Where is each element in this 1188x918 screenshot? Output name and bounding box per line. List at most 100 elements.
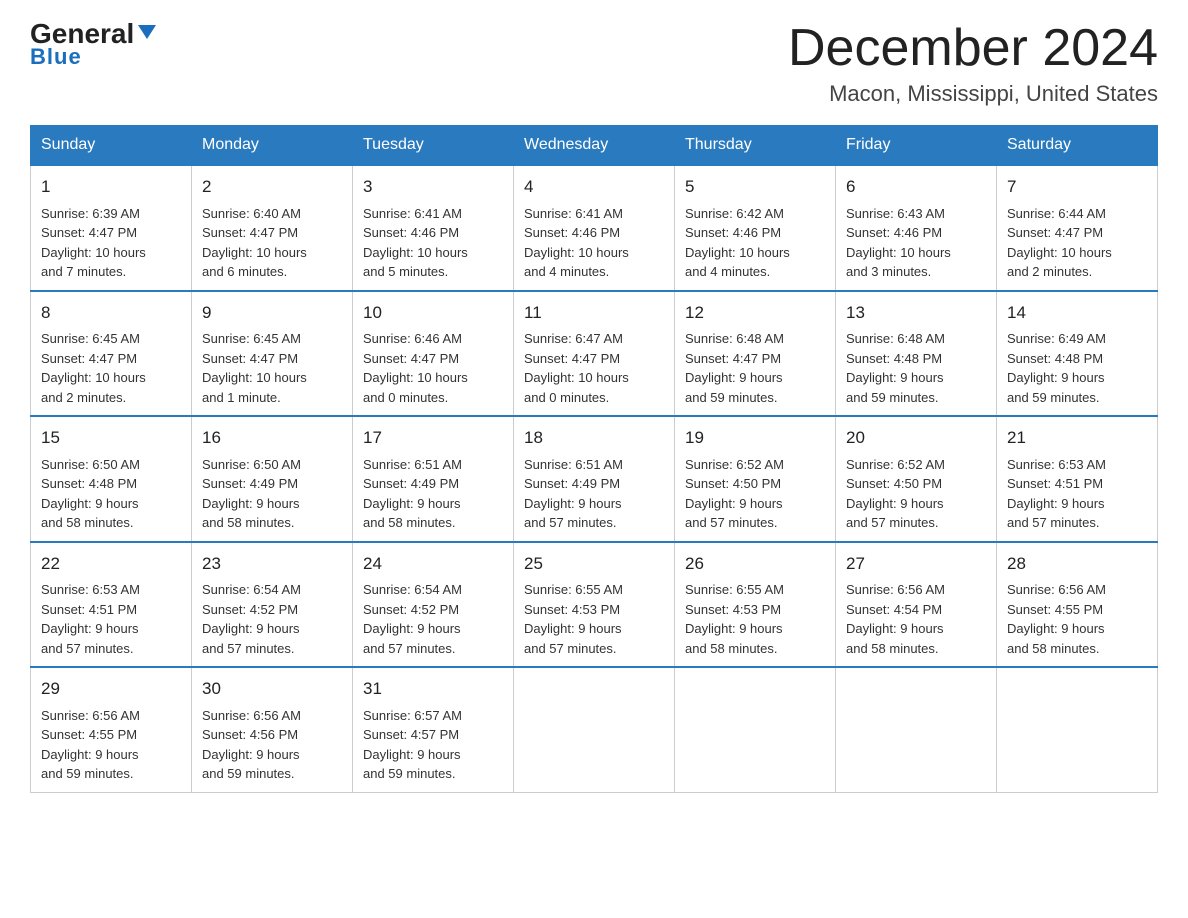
weekday-header-row: SundayMondayTuesdayWednesdayThursdayFrid… — [31, 126, 1158, 166]
day-cell-26: 26Sunrise: 6:55 AMSunset: 4:53 PMDayligh… — [675, 542, 836, 668]
day-number: 22 — [41, 551, 181, 577]
day-number: 29 — [41, 676, 181, 702]
day-number: 21 — [1007, 425, 1147, 451]
logo-blue: Blue — [30, 44, 82, 70]
week-row-5: 29 Sunrise: 6:56 AMSunset: 4:55 PMDayligh… — [31, 667, 1158, 792]
day-cell-6: 6Sunrise: 6:43 AMSunset: 4:46 PMDaylight… — [836, 165, 997, 291]
day-number: 10 — [363, 300, 503, 326]
day-cell-27: 27 Sunrise: 6:56 AMSunset: 4:54 PMDayligh… — [836, 542, 997, 668]
day-number: 28 — [1007, 551, 1147, 577]
day-number: 24 — [363, 551, 503, 577]
day-cell-1: 1Sunrise: 6:39 AMSunset: 4:47 PMDaylight… — [31, 165, 192, 291]
day-info: Sunrise: 6:45 AMSunset: 4:47 PMDaylight:… — [41, 329, 181, 407]
day-number: 5 — [685, 174, 825, 200]
day-cell-23: 23 Sunrise: 6:54 AMSunset: 4:52 PMDayligh… — [192, 542, 353, 668]
calendar-table: SundayMondayTuesdayWednesdayThursdayFrid… — [30, 125, 1158, 793]
day-cell-7: 7 Sunrise: 6:44 AMSunset: 4:47 PMDaylight… — [997, 165, 1158, 291]
day-cell-3: 3 Sunrise: 6:41 AMSunset: 4:46 PMDaylight… — [353, 165, 514, 291]
day-cell-20: 20 Sunrise: 6:52 AMSunset: 4:50 PMDayligh… — [836, 416, 997, 542]
day-number: 6 — [846, 174, 986, 200]
day-info: Sunrise: 6:41 AMSunset: 4:46 PMDaylight:… — [363, 204, 503, 282]
day-cell-8: 8 Sunrise: 6:45 AMSunset: 4:47 PMDaylight… — [31, 291, 192, 417]
day-number: 12 — [685, 300, 825, 326]
empty-cell — [675, 667, 836, 792]
day-number: 8 — [41, 300, 181, 326]
title-area: December 2024 Macon, Mississippi, United… — [788, 20, 1158, 107]
day-cell-24: 24Sunrise: 6:54 AMSunset: 4:52 PMDayligh… — [353, 542, 514, 668]
day-cell-21: 21 Sunrise: 6:53 AMSunset: 4:51 PMDayligh… — [997, 416, 1158, 542]
day-number: 2 — [202, 174, 342, 200]
day-info: Sunrise: 6:44 AMSunset: 4:47 PMDaylight:… — [1007, 204, 1147, 282]
day-cell-31: 31Sunrise: 6:57 AMSunset: 4:57 PMDayligh… — [353, 667, 514, 792]
day-number: 19 — [685, 425, 825, 451]
day-cell-2: 2 Sunrise: 6:40 AMSunset: 4:47 PMDaylight… — [192, 165, 353, 291]
empty-cell — [836, 667, 997, 792]
day-info: Sunrise: 6:53 AMSunset: 4:51 PMDaylight:… — [1007, 455, 1147, 533]
weekday-header-monday: Monday — [192, 126, 353, 166]
day-number: 17 — [363, 425, 503, 451]
month-title: December 2024 — [788, 20, 1158, 77]
day-cell-22: 22 Sunrise: 6:53 AMSunset: 4:51 PMDayligh… — [31, 542, 192, 668]
weekday-header-friday: Friday — [836, 126, 997, 166]
day-number: 18 — [524, 425, 664, 451]
weekday-header-saturday: Saturday — [997, 126, 1158, 166]
day-cell-4: 4 Sunrise: 6:41 AMSunset: 4:46 PMDaylight… — [514, 165, 675, 291]
day-info: Sunrise: 6:56 AMSunset: 4:56 PMDaylight:… — [202, 706, 342, 784]
day-cell-18: 18 Sunrise: 6:51 AMSunset: 4:49 PMDayligh… — [514, 416, 675, 542]
day-info: Sunrise: 6:46 AMSunset: 4:47 PMDaylight:… — [363, 329, 503, 407]
day-cell-19: 19Sunrise: 6:52 AMSunset: 4:50 PMDayligh… — [675, 416, 836, 542]
day-cell-11: 11Sunrise: 6:47 AMSunset: 4:47 PMDayligh… — [514, 291, 675, 417]
day-info: Sunrise: 6:51 AMSunset: 4:49 PMDaylight:… — [363, 455, 503, 533]
location-title: Macon, Mississippi, United States — [788, 81, 1158, 107]
day-number: 15 — [41, 425, 181, 451]
day-cell-9: 9Sunrise: 6:45 AMSunset: 4:47 PMDaylight… — [192, 291, 353, 417]
day-cell-16: 16 Sunrise: 6:50 AMSunset: 4:49 PMDayligh… — [192, 416, 353, 542]
day-info: Sunrise: 6:53 AMSunset: 4:51 PMDaylight:… — [41, 580, 181, 658]
week-row-3: 15 Sunrise: 6:50 AMSunset: 4:48 PMDayligh… — [31, 416, 1158, 542]
day-number: 30 — [202, 676, 342, 702]
day-info: Sunrise: 6:56 AMSunset: 4:55 PMDaylight:… — [41, 706, 181, 784]
week-row-4: 22 Sunrise: 6:53 AMSunset: 4:51 PMDayligh… — [31, 542, 1158, 668]
day-info: Sunrise: 6:42 AMSunset: 4:46 PMDaylight:… — [685, 204, 825, 282]
weekday-header-wednesday: Wednesday — [514, 126, 675, 166]
day-info: Sunrise: 6:54 AMSunset: 4:52 PMDaylight:… — [202, 580, 342, 658]
day-number: 7 — [1007, 174, 1147, 200]
day-info: Sunrise: 6:50 AMSunset: 4:49 PMDaylight:… — [202, 455, 342, 533]
day-info: Sunrise: 6:52 AMSunset: 4:50 PMDaylight:… — [846, 455, 986, 533]
day-info: Sunrise: 6:48 AMSunset: 4:47 PMDaylight:… — [685, 329, 825, 407]
day-info: Sunrise: 6:56 AMSunset: 4:54 PMDaylight:… — [846, 580, 986, 658]
week-row-1: 1Sunrise: 6:39 AMSunset: 4:47 PMDaylight… — [31, 165, 1158, 291]
week-row-2: 8 Sunrise: 6:45 AMSunset: 4:47 PMDaylight… — [31, 291, 1158, 417]
day-cell-10: 10 Sunrise: 6:46 AMSunset: 4:47 PMDayligh… — [353, 291, 514, 417]
day-number: 16 — [202, 425, 342, 451]
day-number: 4 — [524, 174, 664, 200]
day-cell-25: 25Sunrise: 6:55 AMSunset: 4:53 PMDayligh… — [514, 542, 675, 668]
day-number: 3 — [363, 174, 503, 200]
day-cell-30: 30 Sunrise: 6:56 AMSunset: 4:56 PMDayligh… — [192, 667, 353, 792]
day-info: Sunrise: 6:47 AMSunset: 4:47 PMDaylight:… — [524, 329, 664, 407]
day-info: Sunrise: 6:41 AMSunset: 4:46 PMDaylight:… — [524, 204, 664, 282]
day-info: Sunrise: 6:51 AMSunset: 4:49 PMDaylight:… — [524, 455, 664, 533]
day-info: Sunrise: 6:40 AMSunset: 4:47 PMDaylight:… — [202, 204, 342, 282]
day-number: 27 — [846, 551, 986, 577]
day-info: Sunrise: 6:48 AMSunset: 4:48 PMDaylight:… — [846, 329, 986, 407]
logo: General Blue — [30, 20, 158, 70]
day-info: Sunrise: 6:50 AMSunset: 4:48 PMDaylight:… — [41, 455, 181, 533]
day-number: 23 — [202, 551, 342, 577]
day-cell-29: 29 Sunrise: 6:56 AMSunset: 4:55 PMDayligh… — [31, 667, 192, 792]
header: General Blue December 2024 Macon, Missis… — [30, 20, 1158, 107]
day-number: 31 — [363, 676, 503, 702]
day-number: 14 — [1007, 300, 1147, 326]
logo-triangle-icon — [136, 21, 158, 43]
day-cell-13: 13 Sunrise: 6:48 AMSunset: 4:48 PMDayligh… — [836, 291, 997, 417]
weekday-header-sunday: Sunday — [31, 126, 192, 166]
day-number: 25 — [524, 551, 664, 577]
day-number: 13 — [846, 300, 986, 326]
day-number: 20 — [846, 425, 986, 451]
day-info: Sunrise: 6:49 AMSunset: 4:48 PMDaylight:… — [1007, 329, 1147, 407]
empty-cell — [514, 667, 675, 792]
day-cell-15: 15 Sunrise: 6:50 AMSunset: 4:48 PMDayligh… — [31, 416, 192, 542]
day-number: 1 — [41, 174, 181, 200]
empty-cell — [997, 667, 1158, 792]
day-cell-28: 28Sunrise: 6:56 AMSunset: 4:55 PMDayligh… — [997, 542, 1158, 668]
